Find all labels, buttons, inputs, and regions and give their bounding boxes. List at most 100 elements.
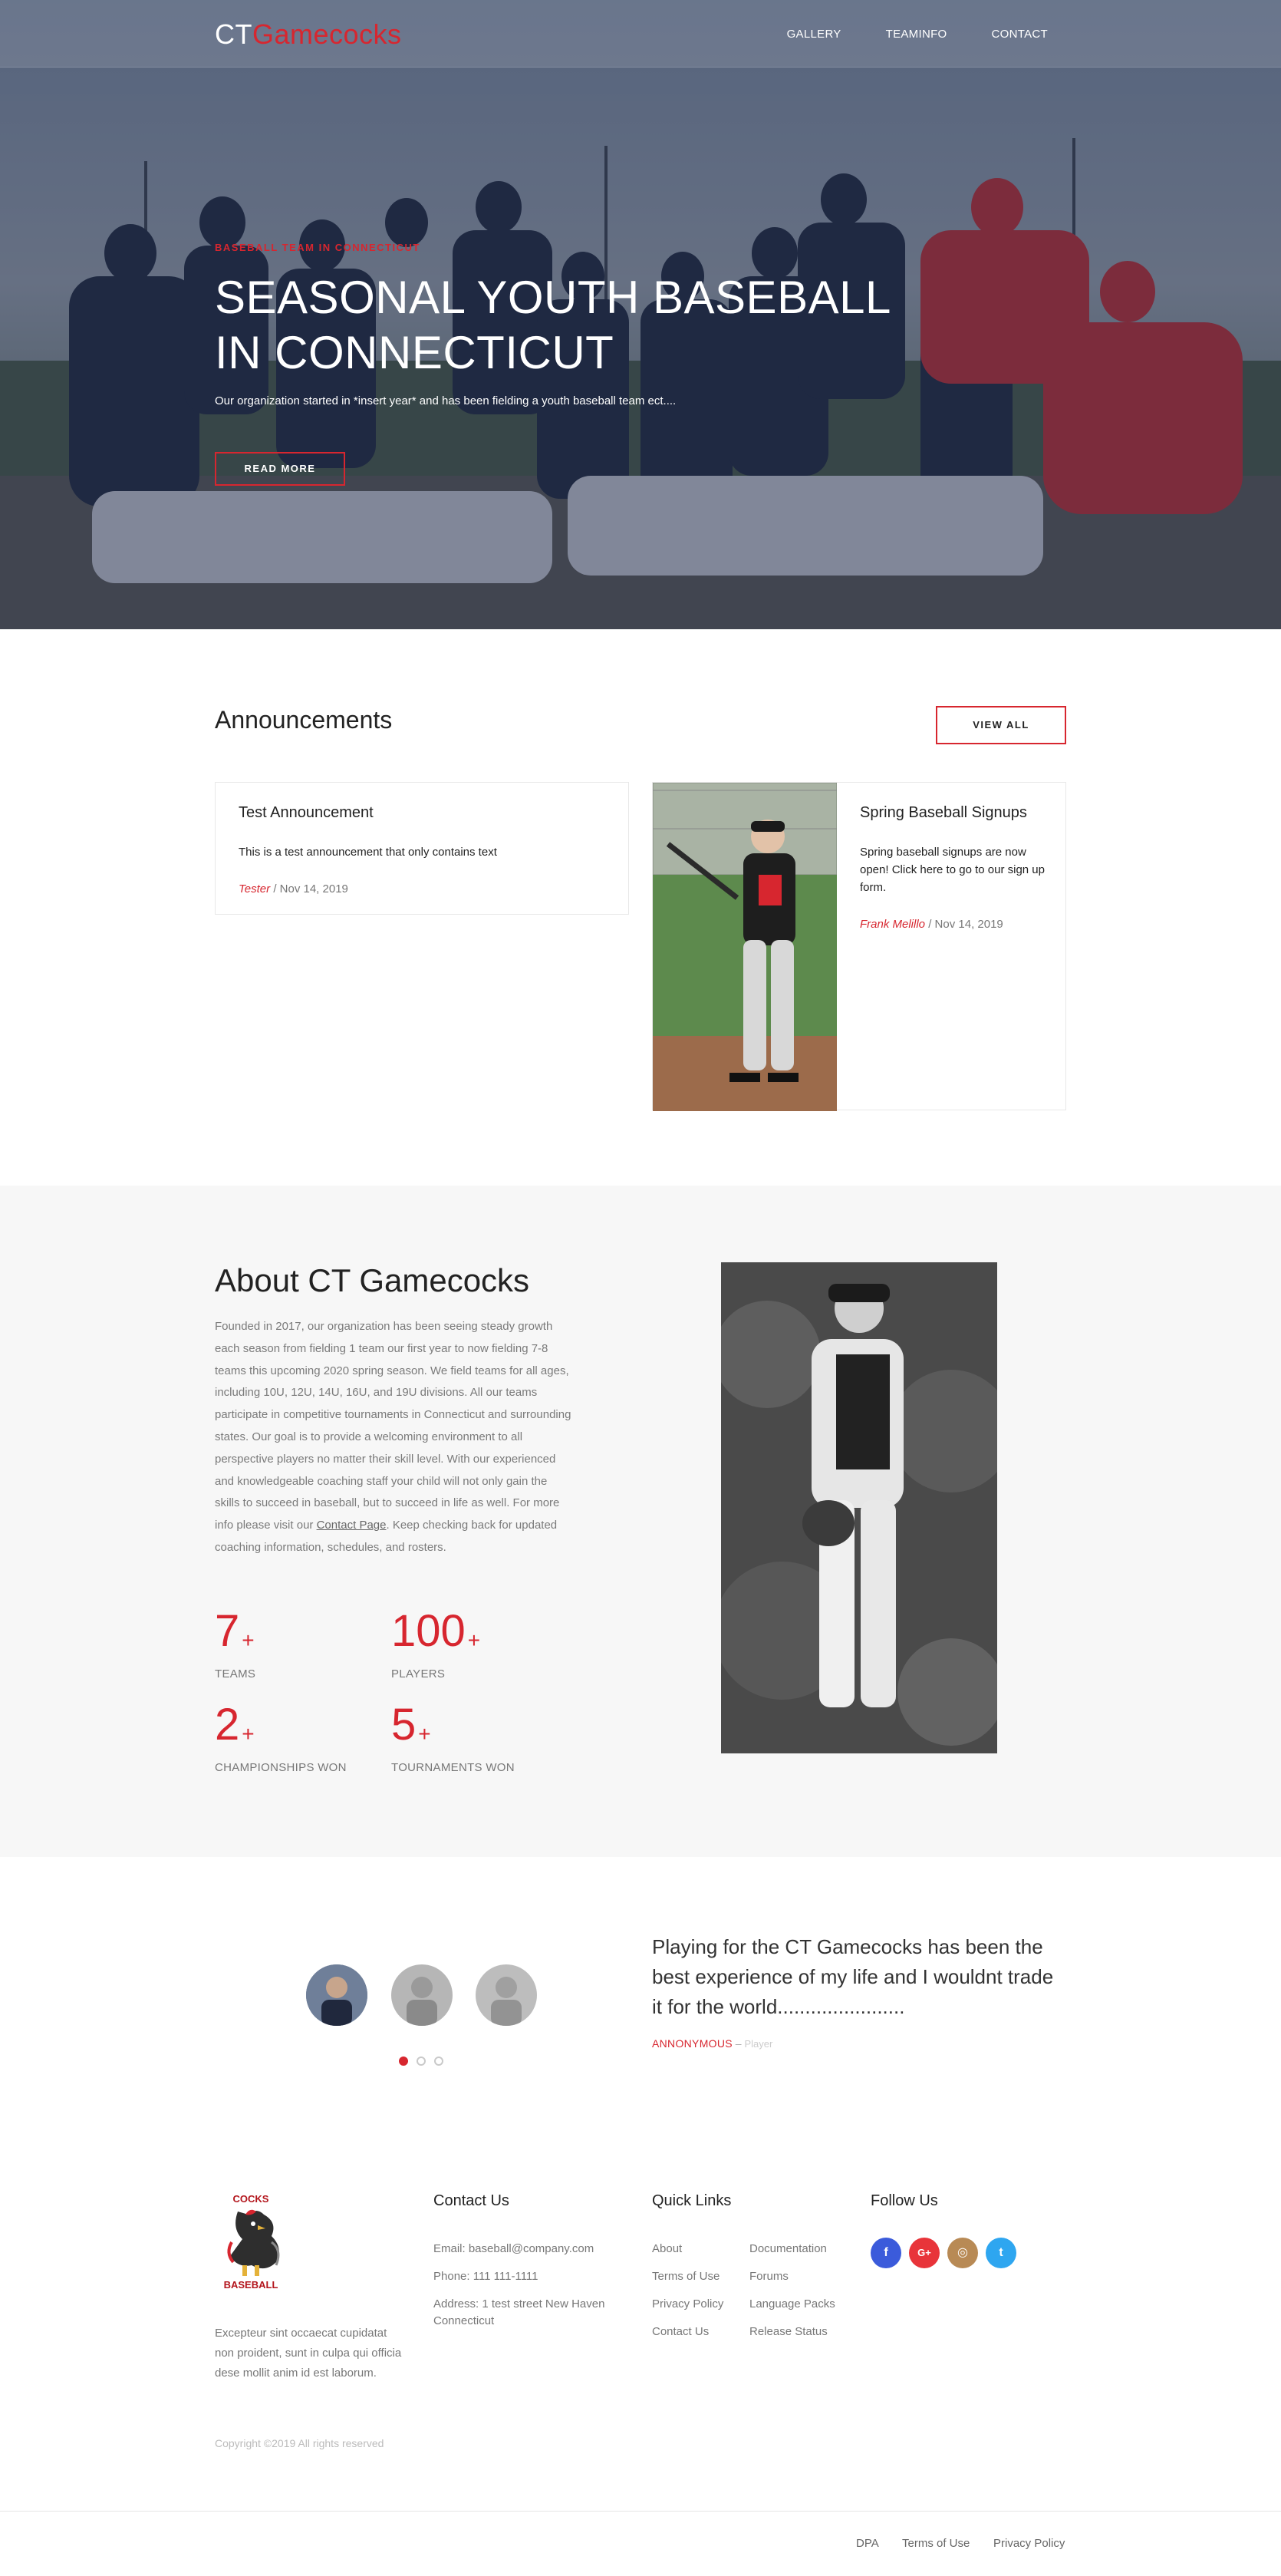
carousel-dot[interactable] <box>399 2057 408 2066</box>
testimonial-author-name: ANNONYMOUS <box>652 2037 733 2050</box>
rooster-logo-icon: COCKS BASEBALL <box>224 2193 280 2291</box>
about-section: About CT Gamecocks Founded in 2017, our … <box>0 1186 1281 1857</box>
stat-plus: + <box>242 1628 255 1652</box>
about-text: Founded in 2017, our organization has be… <box>215 1316 571 1559</box>
announcement-card[interactable]: Test Announcement This is a test announc… <box>215 782 629 915</box>
twitter-icon[interactable]: t <box>986 2238 1016 2268</box>
stat-value: 5 <box>391 1700 417 1750</box>
bottom-link-privacy[interactable]: Privacy Policy <box>993 2537 1065 2550</box>
carousel-dot[interactable] <box>417 2057 426 2066</box>
announcement-title[interactable]: Test Announcement <box>239 804 607 822</box>
testimonial-dash: – <box>732 2037 745 2050</box>
footer-address: Address: 1 test street New Haven Connect… <box>433 2297 605 2327</box>
stat-value: 100 <box>391 1606 466 1656</box>
footer-link-forums[interactable]: Forums <box>749 2268 789 2285</box>
announcement-text: This is a test announcement that only co… <box>239 846 497 859</box>
announcement-photo <box>653 783 837 1111</box>
hero-title-line2: IN CONNECTICUT <box>215 327 614 378</box>
main-nav: GALLERY TEAMINFO CONTACT <box>787 28 1048 41</box>
pitcher-photo-image <box>721 1262 997 1753</box>
announcement-date: / Nov 14, 2019 <box>273 882 348 895</box>
footer-divider <box>0 2511 1281 2512</box>
announcement-body: Spring Baseball Signups Spring baseball … <box>860 804 1048 931</box>
nav-contact[interactable]: CONTACT <box>992 28 1048 41</box>
about-player-photo <box>721 1262 997 1753</box>
footer-link-terms[interactable]: Terms of Use <box>652 2268 720 2285</box>
announcement-meta: Frank Melillo / Nov 14, 2019 <box>860 918 1048 931</box>
carousel-dot[interactable] <box>434 2057 443 2066</box>
nav-teaminfo[interactable]: TEAMINFO <box>886 28 947 41</box>
logo-part-ct: CT <box>215 18 252 50</box>
logo-top-text: COCKS <box>233 2193 269 2205</box>
stat-label: PLAYERS <box>391 1667 446 1681</box>
hero-text: Our organization started in *insert year… <box>215 394 677 407</box>
footer-phone[interactable]: Phone: 111 111-1111 <box>433 2268 538 2285</box>
announcement-author[interactable]: Frank Melillo <box>860 918 925 931</box>
hero-content: BASEBALL TEAM IN CONNECTICUT SEASONAL YO… <box>215 242 905 486</box>
avatar-image <box>391 1964 453 2026</box>
announcement-card[interactable]: Spring Baseball Signups Spring baseball … <box>652 782 1066 1111</box>
announcement-date: / Nov 14, 2019 <box>928 918 1003 931</box>
stat-number: 2 + <box>215 1701 347 1758</box>
hero-kicker: BASEBALL TEAM IN CONNECTICUT <box>215 242 420 253</box>
footer-follow-title: Follow Us <box>871 2192 938 2209</box>
footer-link-documentation[interactable]: Documentation <box>749 2241 827 2258</box>
footer-link-release-status[interactable]: Release Status <box>749 2324 828 2340</box>
logo-part-gamecocks: Gamecocks <box>252 18 402 50</box>
stat-label: TOURNAMENTS WON <box>391 1761 515 1774</box>
read-more-button[interactable]: READ MORE <box>215 452 345 486</box>
footer-link-contact[interactable]: Contact Us <box>652 2324 709 2340</box>
nav-gallery[interactable]: GALLERY <box>787 28 841 41</box>
stat-tournaments: 5 + TOURNAMENTS WON <box>391 1701 515 1775</box>
testimonial-avatar[interactable] <box>476 1964 537 2026</box>
footer-contact-title: Contact Us <box>433 2192 509 2209</box>
top-navbar: CTGamecocks GALLERY TEAMINFO CONTACT <box>0 0 1281 68</box>
google-plus-icon[interactable]: G+ <box>909 2238 940 2268</box>
batter-photo-image <box>653 783 837 1111</box>
announcement-body: Test Announcement This is a test announc… <box>239 804 607 895</box>
footer-logo[interactable]: COCKS BASEBALL <box>215 2188 288 2292</box>
avatar-image <box>476 1964 537 2026</box>
site-logo[interactable]: CTGamecocks <box>215 18 402 51</box>
testimonial-quote: Playing for the CT Gamecocks has been th… <box>652 1935 1054 2018</box>
stat-number: 100 + <box>391 1608 480 1664</box>
about-paragraph: Founded in 2017, our organization has be… <box>215 1320 571 1532</box>
footer-email[interactable]: Email: baseball@company.com <box>433 2241 594 2258</box>
announcement-text: Spring baseball signups are now open! Cl… <box>860 846 1045 894</box>
testimonial-author: ANNONYMOUS – Player <box>652 2037 772 2050</box>
footer-link-language-packs[interactable]: Language Packs <box>749 2296 835 2313</box>
testimonial-author-role: Player <box>744 2038 773 2050</box>
stat-plus: + <box>467 1628 481 1652</box>
announcement-title[interactable]: Spring Baseball Signups <box>860 804 1048 822</box>
logo-bottom-text: BASEBALL <box>224 2279 278 2291</box>
instagram-icon[interactable]: ◎ <box>947 2238 978 2268</box>
view-all-button[interactable]: VIEW ALL <box>936 706 1066 744</box>
stat-value: 7 <box>215 1606 240 1656</box>
footer-about-text: Excepteur sint occaecat cupidatat non pr… <box>215 2327 402 2380</box>
stat-championships: 2 + CHAMPIONSHIPS WON <box>215 1701 347 1775</box>
announcement-meta: Tester / Nov 14, 2019 <box>239 882 607 895</box>
announcements-title: Announcements <box>215 706 393 734</box>
copyright-text: Copyright ©2019 All rights reserved <box>215 2437 384 2449</box>
hero-title-line1: SEASONAL YOUTH BASEBALL <box>215 272 891 323</box>
testimonial-avatar[interactable] <box>391 1964 453 2026</box>
stat-players: 100 + PLAYERS <box>391 1608 480 1681</box>
stat-number: 5 + <box>391 1701 515 1758</box>
stat-label: CHAMPIONSHIPS WON <box>215 1761 347 1774</box>
facebook-icon[interactable]: f <box>871 2238 901 2268</box>
footer-quicklinks-title: Quick Links <box>652 2192 732 2209</box>
hero-title: SEASONAL YOUTH BASEBALL IN CONNECTICUT <box>215 270 905 381</box>
testimonial-avatar[interactable] <box>306 1964 367 2026</box>
bottom-link-terms[interactable]: Terms of Use <box>902 2537 970 2550</box>
avatar-image <box>306 1964 367 2026</box>
stat-value: 2 <box>215 1700 240 1750</box>
about-title: About CT Gamecocks <box>215 1262 530 1298</box>
stat-plus: + <box>418 1722 431 1746</box>
announcement-author[interactable]: Tester <box>239 882 270 895</box>
footer-link-privacy[interactable]: Privacy Policy <box>652 2296 723 2313</box>
bottom-link-dpa[interactable]: DPA <box>856 2537 879 2550</box>
stat-number: 7 + <box>215 1608 255 1664</box>
stat-label: TEAMS <box>215 1667 256 1681</box>
footer-link-about[interactable]: About <box>652 2241 682 2258</box>
contact-page-link[interactable]: Contact Page <box>317 1519 387 1532</box>
